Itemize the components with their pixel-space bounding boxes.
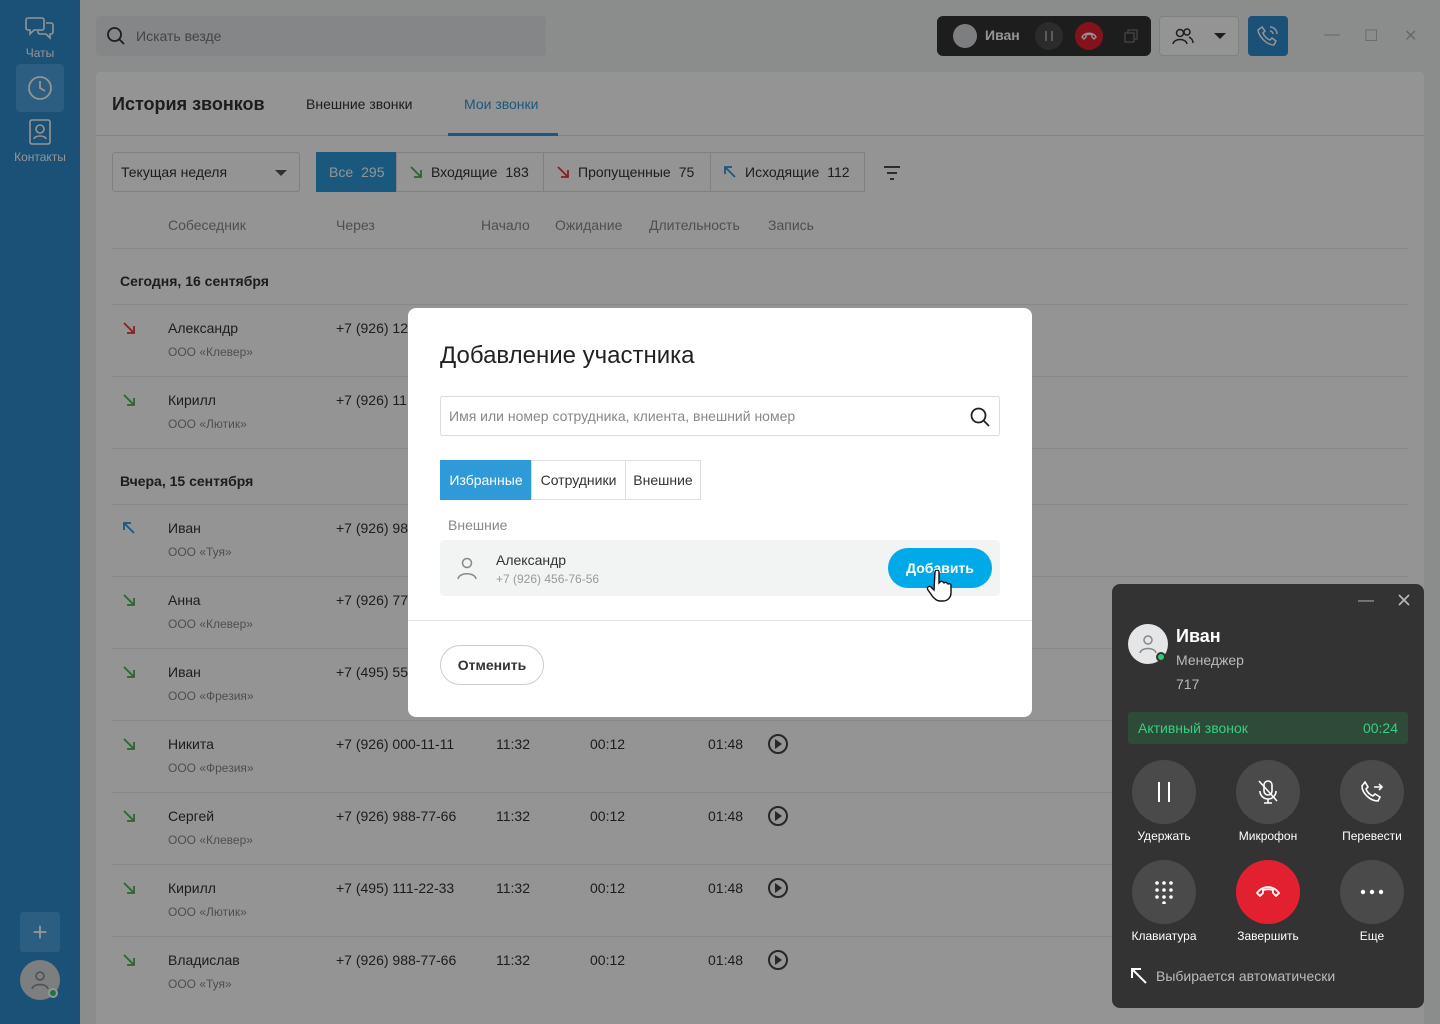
- outgoing-arrow-icon: [1131, 968, 1147, 984]
- call-widget: — Иван Менеджер 717 Активный звонок 00:2…: [1112, 584, 1424, 1008]
- dialog-title: Добавление участника: [440, 342, 695, 369]
- tab-external[interactable]: Внешние: [625, 460, 701, 500]
- list-item[interactable]: Александр +7 (926) 456-76-56 Добавить: [440, 540, 1000, 596]
- call-status-bar: Активный звонок 00:24: [1128, 712, 1408, 744]
- keypad-label: Клавиатура: [1131, 929, 1197, 943]
- transfer-label: Перевести: [1342, 829, 1402, 843]
- call-timer: 00:24: [1362, 720, 1398, 736]
- microphone-button[interactable]: [1236, 760, 1300, 824]
- caller-extension: 717: [1176, 676, 1200, 692]
- online-indicator: [1156, 652, 1166, 662]
- search-placeholder: Имя или номер сотрудника, клиента, внешн…: [449, 408, 796, 424]
- tab-favorites[interactable]: Избранные: [440, 460, 532, 500]
- microphone-label: Микрофон: [1238, 829, 1298, 843]
- hangup-button[interactable]: [1236, 860, 1300, 924]
- microphone-off-icon: [1258, 780, 1278, 804]
- participant-search-input[interactable]: Имя или номер сотрудника, клиента, внешн…: [440, 396, 1000, 436]
- contact-phone: +7 (926) 456-76-56: [496, 572, 600, 586]
- keypad-icon: [1155, 881, 1173, 904]
- user-icon: [1139, 635, 1157, 654]
- cancel-button[interactable]: Отменить: [440, 645, 544, 685]
- add-participant-dialog: Добавление участника Имя или номер сотру…: [408, 308, 1032, 717]
- more-label: Еще: [1359, 929, 1385, 943]
- caller-role: Менеджер: [1176, 652, 1244, 668]
- line-selection-status[interactable]: Выбирается автоматически: [1156, 968, 1335, 984]
- hold-label: Удержать: [1137, 829, 1191, 843]
- call-status: Активный звонок: [1138, 720, 1248, 736]
- caller-name: Иван: [1176, 626, 1221, 646]
- search-icon[interactable]: [969, 406, 991, 428]
- user-icon: [457, 557, 477, 580]
- transfer-button[interactable]: [1340, 760, 1404, 824]
- hangup-icon: [1255, 886, 1281, 898]
- contact-name: Александр: [496, 552, 567, 568]
- more-icon: [1360, 889, 1384, 895]
- phone-transfer-icon: [1361, 780, 1384, 802]
- hand-cursor-icon: [926, 570, 952, 602]
- section-label: Внешние: [448, 517, 508, 533]
- avatar: [1128, 624, 1168, 664]
- minimize-icon[interactable]: —: [1358, 592, 1374, 610]
- close-icon[interactable]: [1398, 594, 1410, 606]
- pause-icon: [1158, 782, 1170, 802]
- keypad-button[interactable]: [1132, 860, 1196, 924]
- hold-button[interactable]: [1132, 760, 1196, 824]
- tab-employees[interactable]: Сотрудники: [531, 460, 626, 500]
- more-button[interactable]: [1340, 860, 1404, 924]
- divider: [408, 620, 1032, 621]
- hangup-label: Завершить: [1237, 929, 1299, 943]
